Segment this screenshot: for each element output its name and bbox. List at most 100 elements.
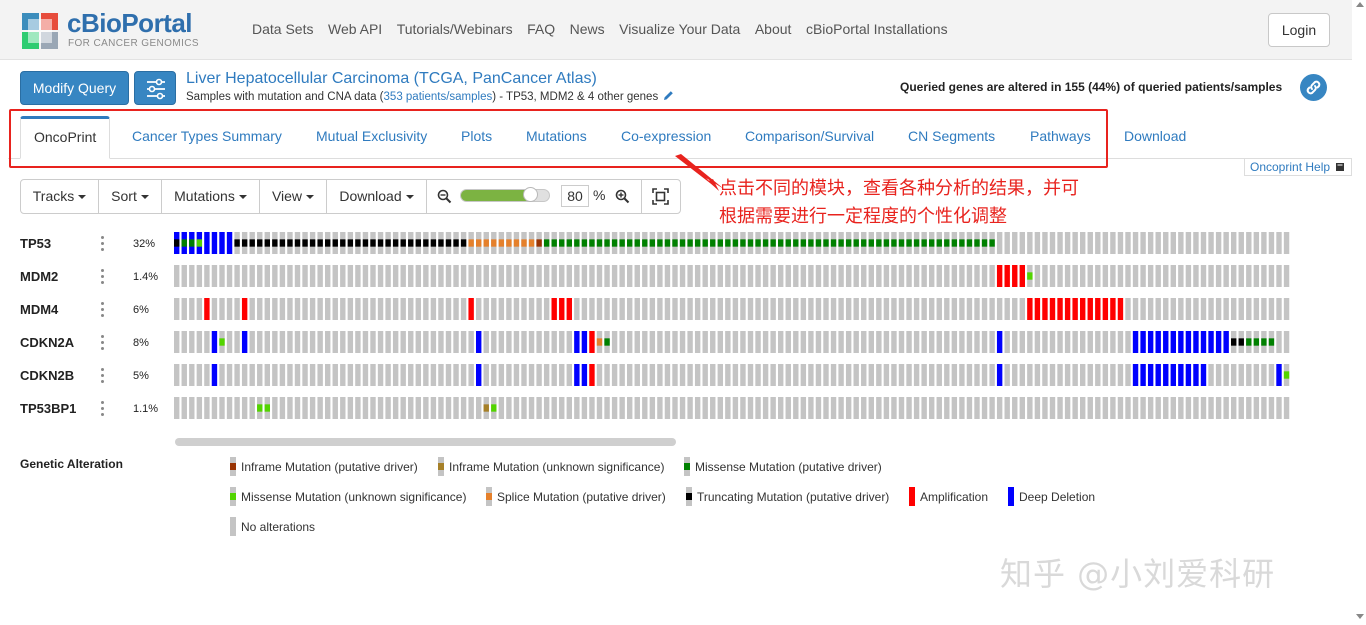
oncoprint-cell[interactable]: [808, 397, 814, 419]
oncoprint-cell[interactable]: [1246, 265, 1252, 287]
oncoprint-cell[interactable]: [234, 331, 240, 353]
oncoprint-cell[interactable]: [664, 397, 671, 419]
oncoprint-cell[interactable]: [264, 298, 270, 320]
oncoprint-cell[interactable]: [551, 298, 557, 320]
oncoprint-cell[interactable]: [1095, 364, 1101, 386]
oncoprint-cell[interactable]: [340, 364, 346, 386]
oncoprint-cell[interactable]: [309, 265, 316, 287]
oncoprint-cell[interactable]: [249, 364, 255, 386]
oncoprint-cell[interactable]: [415, 397, 421, 419]
oncoprint-cell[interactable]: [423, 265, 429, 287]
oncoprint-cell[interactable]: [929, 364, 935, 386]
oncoprint-cell[interactable]: [370, 331, 376, 353]
oncoprint-cell[interactable]: [445, 397, 452, 419]
oncoprint-cell[interactable]: [347, 265, 354, 287]
oncoprint-cell[interactable]: [1185, 265, 1192, 287]
oncoprint-cell[interactable]: [249, 397, 255, 419]
oncoprint-cell[interactable]: [1110, 397, 1116, 419]
oncoprint-cell[interactable]: [1155, 331, 1161, 353]
oncoprint-cell[interactable]: [1117, 364, 1124, 386]
oncoprint-cell[interactable]: [619, 331, 625, 353]
oncoprint-cell[interactable]: [400, 331, 406, 353]
oncoprint-cell[interactable]: [204, 364, 210, 386]
oncoprint-cell[interactable]: [506, 364, 512, 386]
oncoprint-cell[interactable]: [649, 397, 656, 419]
oncoprint-cell[interactable]: [793, 298, 799, 320]
oncoprint-cell[interactable]: [687, 397, 693, 419]
oncoprint-cell[interactable]: [528, 397, 535, 419]
oncoprint-cell[interactable]: [1012, 397, 1018, 419]
oncoprint-cell[interactable]: [1064, 265, 1071, 287]
oncoprint-cell[interactable]: [294, 298, 301, 320]
oncoprint-cell[interactable]: [347, 364, 354, 386]
oncoprint-cell[interactable]: [906, 298, 912, 320]
oncoprint-cell[interactable]: [204, 397, 210, 419]
oncoprint-cell[interactable]: [883, 265, 890, 287]
oncoprint-cell[interactable]: [174, 265, 180, 287]
oncoprint-cell[interactable]: [332, 397, 338, 419]
oncoprint-cell[interactable]: [1125, 364, 1131, 386]
oncoprint-cell[interactable]: [581, 298, 588, 320]
oncoprint-cell[interactable]: [1215, 397, 1222, 419]
oncoprint-cell[interactable]: [483, 265, 489, 287]
tab-oncoprint[interactable]: OncoPrint: [20, 116, 111, 159]
oncoprint-cell[interactable]: [543, 397, 550, 419]
oncoprint-cell[interactable]: [521, 298, 527, 320]
oncoprint-cell[interactable]: [1261, 232, 1267, 254]
oncoprint-cell[interactable]: [672, 397, 678, 419]
study-title-link[interactable]: Liver Hepatocellular Carcinoma (TCGA, Pa…: [186, 70, 597, 88]
oncoprint-cell[interactable]: [430, 364, 437, 386]
oncoprint-cell[interactable]: [1208, 331, 1214, 353]
oncoprint-cell[interactable]: [189, 265, 195, 287]
oncoprint-cell[interactable]: [211, 298, 218, 320]
oncoprint-cell[interactable]: [1163, 397, 1169, 419]
oncoprint-cell[interactable]: [838, 265, 844, 287]
nav-faq[interactable]: FAQ: [527, 21, 555, 37]
oncoprint-cell[interactable]: [272, 331, 278, 353]
oncoprint-cell[interactable]: [883, 397, 890, 419]
oncoprint-cell[interactable]: [732, 364, 739, 386]
oncoprint-cell[interactable]: [1147, 265, 1154, 287]
oncoprint-cell[interactable]: [830, 397, 837, 419]
oncoprint-cell[interactable]: [476, 397, 482, 419]
oncoprint-cell[interactable]: [1012, 265, 1018, 287]
oncoprint-cell[interactable]: [219, 364, 225, 386]
oncoprint-cell[interactable]: [362, 298, 369, 320]
oncoprint-cell[interactable]: [611, 397, 618, 419]
oncoprint-cell[interactable]: [1110, 232, 1116, 254]
oncoprint-cell[interactable]: [1057, 232, 1063, 254]
oncoprint-cell[interactable]: [196, 298, 203, 320]
track-menu-icon[interactable]: [101, 401, 105, 419]
oncoprint-cell[interactable]: [1155, 364, 1161, 386]
view-dropdown[interactable]: View: [260, 180, 327, 213]
oncoprint-cell[interactable]: [838, 298, 844, 320]
oncoprint-cell[interactable]: [989, 298, 995, 320]
oncoprint-cell[interactable]: [1147, 364, 1154, 386]
oncoprint-cell[interactable]: [830, 331, 837, 353]
oncoprint-cell[interactable]: [725, 265, 731, 287]
oncoprint-cell[interactable]: [732, 397, 739, 419]
oncoprint-cell[interactable]: [1261, 265, 1267, 287]
oncoprint-cell[interactable]: [257, 331, 263, 353]
oncoprint-cell[interactable]: [287, 298, 293, 320]
oncoprint-cell[interactable]: [747, 265, 754, 287]
oncoprint-cell[interactable]: [521, 397, 527, 419]
oncoprint-cell[interactable]: [1087, 364, 1093, 386]
oncoprint-cell[interactable]: [279, 331, 286, 353]
oncoprint-cell[interactable]: [664, 364, 671, 386]
oncoprint-cell[interactable]: [740, 364, 746, 386]
oncoprint-cell[interactable]: [279, 265, 286, 287]
oncoprint-cell[interactable]: [325, 397, 331, 419]
oncoprint-cell[interactable]: [596, 298, 603, 320]
oncoprint-cell[interactable]: [460, 298, 467, 320]
oncoprint-cell[interactable]: [1268, 265, 1275, 287]
oncoprint-cell[interactable]: [740, 265, 746, 287]
tab-plots[interactable]: Plots: [461, 128, 492, 144]
oncoprint-cell[interactable]: [1193, 331, 1199, 353]
oncoprint-cell[interactable]: [755, 265, 761, 287]
oncoprint-cell[interactable]: [1064, 331, 1071, 353]
nav-news[interactable]: News: [570, 21, 605, 37]
oncoprint-cell[interactable]: [778, 298, 784, 320]
oncoprint-cell[interactable]: [1155, 265, 1161, 287]
oncoprint-cell[interactable]: [1057, 331, 1063, 353]
